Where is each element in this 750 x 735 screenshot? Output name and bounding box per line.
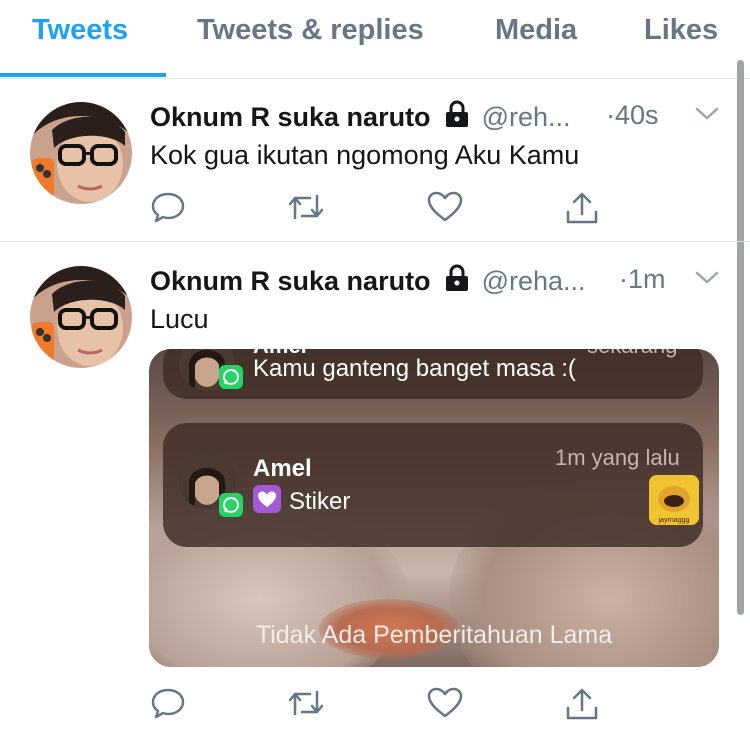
chevron-down-icon[interactable]	[694, 270, 720, 291]
notification-message: Stiker	[289, 488, 351, 515]
tweet-text: Kok gua ikutan ngomong Aku Kamu	[150, 140, 580, 170]
notification-card: Amel sekarang Kamu ganteng banget masa :…	[163, 349, 703, 399]
whatsapp-icon	[219, 365, 243, 389]
retweet-icon[interactable]	[286, 190, 326, 229]
notification-message-row: Stiker	[253, 485, 350, 516]
retweet-icon[interactable]	[286, 686, 326, 725]
tweet-actions	[150, 190, 710, 230]
share-icon[interactable]	[564, 190, 600, 231]
notification-sender: Amel	[253, 455, 312, 482]
notification-time: sekarang	[587, 349, 678, 359]
tweet-actions	[150, 686, 710, 726]
tweet-time[interactable]: ·1m	[619, 264, 666, 295]
share-icon[interactable]	[564, 686, 600, 727]
reply-icon[interactable]	[150, 686, 186, 725]
purple-heart-icon	[253, 485, 281, 513]
whatsapp-icon	[219, 493, 243, 517]
lock-icon	[444, 100, 470, 135]
tweet-time[interactable]: ·40s	[606, 100, 659, 131]
user-handle[interactable]: @reh...	[482, 102, 571, 132]
chevron-down-icon[interactable]	[694, 106, 720, 127]
tab-tweets[interactable]: Tweets	[32, 14, 128, 47]
tweet-text: Lucu	[150, 304, 209, 334]
no-older-notifications-text: Tidak Ada Pemberitahuan Lama	[255, 621, 613, 649]
heart-icon[interactable]	[426, 190, 464, 229]
notification-message: Kamu ganteng banget masa :(	[253, 355, 576, 382]
sticker-caption: jayrnaggg	[658, 517, 690, 524]
tweet-header: Oknum R suka naruto @reh...	[150, 100, 571, 135]
sticker-thumbnail: jayrnaggg	[649, 475, 699, 525]
display-name[interactable]: Oknum R suka naruto	[150, 266, 431, 296]
lock-icon	[444, 264, 470, 299]
user-handle[interactable]: @reha...	[482, 266, 586, 296]
avatar[interactable]	[30, 266, 132, 368]
tab-tweets-and-replies[interactable]: Tweets & replies	[197, 14, 424, 47]
tab-likes[interactable]: Likes	[644, 14, 718, 47]
heart-icon[interactable]	[426, 686, 464, 725]
notification-time: 1m yang lalu	[555, 445, 680, 470]
notification-card: Amel 1m yang lalu Stiker jayrnaggg	[163, 423, 703, 547]
active-tab-indicator	[0, 73, 166, 77]
profile-tabs: Tweets Tweets & replies Media Likes	[0, 0, 750, 79]
tab-media[interactable]: Media	[495, 14, 577, 47]
tweet-media-image[interactable]: Amel sekarang Kamu ganteng banget masa :…	[149, 349, 719, 667]
display-name[interactable]: Oknum R suka naruto	[150, 102, 431, 132]
tweet[interactable]: Oknum R suka naruto @reh... ·40s Kok gua…	[0, 78, 750, 241]
tweet-header: Oknum R suka naruto @reha...	[150, 264, 586, 299]
avatar[interactable]	[30, 102, 132, 204]
reply-icon[interactable]	[150, 190, 186, 229]
